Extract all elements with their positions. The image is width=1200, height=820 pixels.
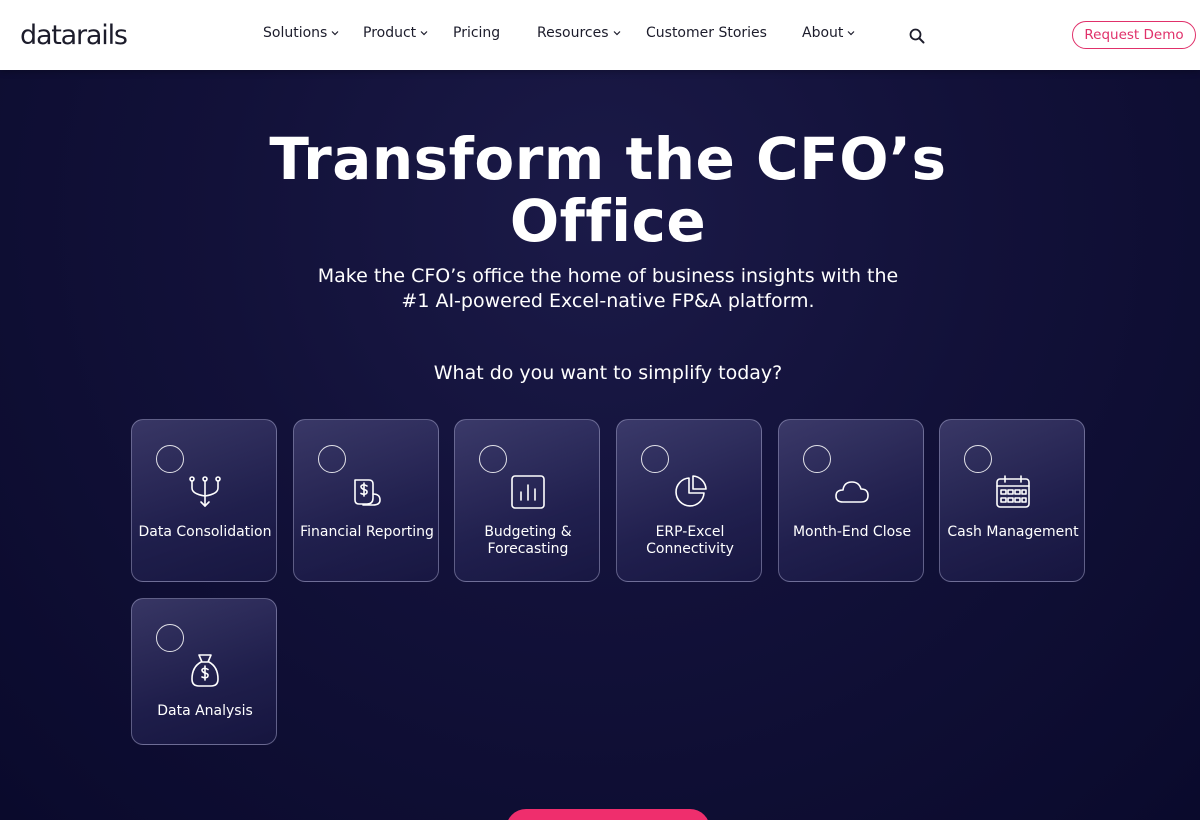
chevron-down-icon <box>420 31 428 36</box>
dollar-report-icon <box>354 479 381 506</box>
simplify-question: What do you want to simplify today? <box>433 362 783 384</box>
option-card-budgeting-forecasting[interactable]: Budgeting & Forecasting <box>454 419 600 582</box>
nav-item-label: Solutions <box>263 25 328 41</box>
nav-item-label: About <box>802 25 844 41</box>
nav-item-pricing[interactable]: Pricing <box>453 25 500 41</box>
nav-item-solutions[interactable]: Solutions <box>263 25 339 41</box>
option-label: ERP-Excel Connectivity <box>646 524 734 557</box>
nav-item-customer-stories[interactable]: Customer Stories <box>646 25 767 41</box>
search-icon[interactable] <box>908 27 926 45</box>
nav-item-label: Product <box>363 25 417 41</box>
site-header: datarails Solutions Product Pricing Reso… <box>0 0 1200 70</box>
option-label: Data Consolidation <box>138 524 272 540</box>
option-label: Financial Reporting <box>300 524 434 540</box>
option-radio[interactable] <box>803 445 831 473</box>
datarails-logo[interactable]: datarails <box>20 18 128 52</box>
option-card-data-analysis[interactable]: Data Analysis <box>131 598 277 745</box>
chevron-down-icon <box>331 31 339 36</box>
chevron-down-icon <box>613 31 620 36</box>
option-card-cash-management[interactable]: Cash Management <box>939 419 1085 582</box>
option-card-month-end-close[interactable]: Month-End Close <box>778 419 924 582</box>
option-radio[interactable] <box>641 445 669 473</box>
nav-item-resources[interactable]: Resources <box>537 25 621 41</box>
chevron-down-icon <box>847 31 855 36</box>
option-card-data-consolidation[interactable]: Data Consolidation <box>131 419 277 582</box>
page-title: Transform the CFO’s Office <box>269 125 947 255</box>
primary-cta-button[interactable] <box>506 809 710 820</box>
request-demo-button[interactable]: Request Demo <box>1072 21 1196 49</box>
pie-chart-icon <box>675 475 707 507</box>
option-label: Cash Management <box>947 524 1079 540</box>
nav-item-label: Resources <box>537 25 609 41</box>
nav-item-about[interactable]: About <box>802 25 855 41</box>
option-card-financial-reporting[interactable]: Financial Reporting <box>293 419 439 582</box>
nav-item-label: Customer Stories <box>646 25 767 41</box>
option-card-erp-excel-connectivity[interactable]: ERP-Excel Connectivity <box>616 419 762 582</box>
cloud-icon <box>835 481 869 503</box>
hero-section: Transform the CFO’s Office Make the CFO’… <box>0 70 1200 820</box>
nav-item-product[interactable]: Product <box>363 25 428 41</box>
logo-text: datarails <box>20 19 128 51</box>
merge-arrows-icon <box>189 476 221 507</box>
option-label: Month-End Close <box>792 524 912 540</box>
calendar-icon <box>996 475 1030 508</box>
money-bag-icon <box>191 654 219 687</box>
bar-chart-icon <box>511 475 545 509</box>
option-label: Budgeting & Forecasting <box>484 524 572 557</box>
hero-subtitle: Make the CFO’s office the home of busine… <box>317 265 899 312</box>
nav-item-label: Pricing <box>453 25 501 41</box>
option-label: Data Analysis <box>157 703 253 719</box>
option-radio[interactable] <box>156 624 184 652</box>
option-radio[interactable] <box>156 445 184 473</box>
option-radio[interactable] <box>479 445 507 473</box>
option-radio[interactable] <box>964 445 992 473</box>
option-radio[interactable] <box>318 445 346 473</box>
